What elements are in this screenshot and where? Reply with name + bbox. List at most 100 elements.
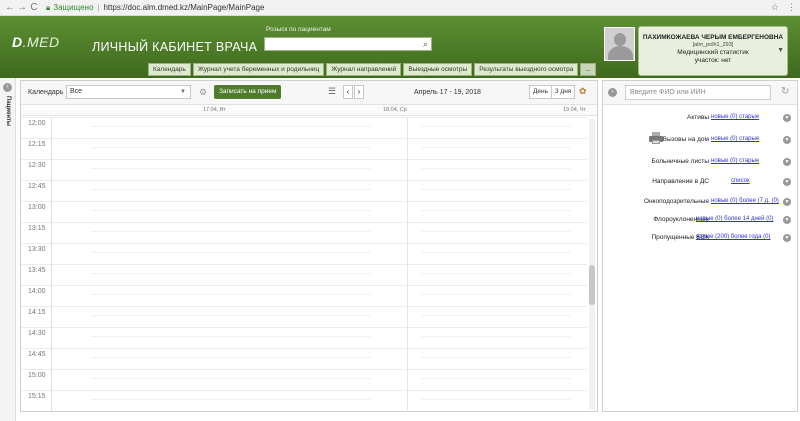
tab-field-visit-results[interactable]: Результаты выездного осмотра <box>474 63 579 76</box>
slot-line <box>91 210 371 211</box>
chevron-down-icon[interactable]: ▼ <box>783 136 791 144</box>
calendar-scrollbar[interactable] <box>589 119 595 409</box>
search-icon[interactable]: ⌕ <box>423 39 428 50</box>
time-label: 12:00 <box>28 120 46 127</box>
tab-more[interactable]: ... <box>580 63 596 76</box>
chevron-down-icon[interactable]: ▼ <box>783 178 791 186</box>
collapse-arrow-icon[interactable]: › <box>608 88 617 97</box>
stat-links[interactable]: новые (0) старые <box>711 136 759 142</box>
time-slot-row[interactable]: 13:15 <box>21 222 587 243</box>
slot-line <box>421 294 571 295</box>
chevron-down-icon[interactable]: ▼ <box>777 47 784 54</box>
chevron-down-icon[interactable]: ▼ <box>783 234 791 242</box>
time-slot-row[interactable]: 12:45 <box>21 180 587 201</box>
refresh-icon[interactable]: ↻ <box>781 86 789 97</box>
tab-pregnancy-journal[interactable]: Журнал учета беременных и родильниц <box>192 63 325 76</box>
slot-line <box>91 336 371 337</box>
time-slot-row[interactable]: 12:00 <box>21 117 587 138</box>
stat-links[interactable]: новые (0) более 14 дней (0) <box>696 216 773 222</box>
gear-icon[interactable]: ⚙ <box>199 87 207 98</box>
time-slot-row[interactable]: 13:00 <box>21 201 587 222</box>
stat-row-assets: Активы новые (0) старые ▼ <box>603 111 797 127</box>
back-icon[interactable]: ← <box>4 2 16 13</box>
menu-icon[interactable]: ⋮ <box>787 2 796 13</box>
time-slot-row[interactable]: 15:15 <box>21 390 587 411</box>
book-appointment-button[interactable]: Записать на прием <box>214 85 282 99</box>
stat-label: Вызовы на дом <box>662 136 709 143</box>
calendar-panel: Календарь Все ▼ ⚙ Записать на прием ☰ ‹ … <box>20 80 598 412</box>
stat-links[interactable]: новые (200) более года (0) <box>696 234 770 240</box>
list-icon[interactable]: ☰ <box>328 86 336 97</box>
time-slot-row[interactable]: 13:30 <box>21 243 587 264</box>
time-column-divider <box>51 117 52 411</box>
time-grid[interactable]: 15:15 15:00 14:45 14:30 14:15 14:00 13:45 13:30… <box>21 117 597 411</box>
chevron-down-icon[interactable]: ▼ <box>783 158 791 166</box>
calendar-toolbar: Календарь Все ▼ ⚙ Записать на прием ☰ ‹ … <box>21 81 597 105</box>
time-label: 15:15 <box>28 393 46 400</box>
slot-line <box>91 231 371 232</box>
stat-links[interactable]: новые (0) более (7 д. (0) <box>711 198 779 204</box>
reload-icon[interactable]: C <box>28 2 40 13</box>
slot-line <box>421 189 571 190</box>
slot-line <box>91 252 371 253</box>
calendar-select[interactable]: Все ▼ <box>66 85 191 99</box>
patient-search-input[interactable]: ⌕ <box>264 37 432 51</box>
time-slot-row[interactable]: 14:15 <box>21 306 587 327</box>
slot-line <box>91 189 371 190</box>
stat-label: Больничные листы <box>651 158 709 165</box>
day-header: 17.04, Вт <box>203 107 226 113</box>
scroll-thumb[interactable] <box>589 265 595 305</box>
forward-icon[interactable]: → <box>16 2 28 13</box>
tab-field-visits[interactable]: Выездные осмотры <box>403 63 473 76</box>
time-slot-row[interactable]: 13:45 <box>21 264 587 285</box>
slot-line <box>421 231 571 232</box>
dmed-logo[interactable]: D.MED <box>12 34 60 50</box>
patients-sidebar-collapsed[interactable]: › Пациенты <box>0 78 16 421</box>
time-label: 14:30 <box>28 330 46 337</box>
slot-line <box>91 294 371 295</box>
time-slot-row[interactable]: 12:30 <box>21 159 587 180</box>
calendar-label: Календарь <box>28 89 64 96</box>
printer-icon <box>649 132 663 144</box>
calendar-settings-icon[interactable]: ✿ <box>579 86 587 97</box>
slot-line <box>91 378 371 379</box>
chevron-down-icon[interactable]: ▼ <box>783 216 791 224</box>
browser-toolbar: ← → C 🔒︎ Защищено | https://doc.alm.dmed… <box>0 0 800 16</box>
time-slot-row[interactable]: 14:45 <box>21 348 587 369</box>
url-separator: | <box>97 3 100 12</box>
day-headers: 17.04, Вт 18.04, Ср 19.04, Чт <box>21 105 597 116</box>
expand-arrow-icon[interactable]: › <box>3 83 12 92</box>
time-slot-row[interactable]: 14:30 <box>21 327 587 348</box>
main-nav-tabs: Календарь Журнал учета беременных и роди… <box>148 63 596 76</box>
time-label: 12:45 <box>28 183 46 190</box>
slot-line <box>421 336 571 337</box>
time-label: 14:00 <box>28 288 46 295</box>
time-slot-row[interactable]: 12:15 <box>21 138 587 159</box>
tab-referrals-journal[interactable]: Журнал направлений <box>326 63 402 76</box>
stat-label: Онкоподозрительные <box>643 198 709 205</box>
stat-row-fluoro: Флороуклоненные новые (0) более 14 дней … <box>603 213 797 229</box>
star-icon[interactable]: ☆ <box>771 2 779 13</box>
user-site: участок: нет <box>694 57 732 64</box>
next-button[interactable]: › <box>354 85 364 99</box>
slot-line <box>91 357 371 358</box>
patient-fio-iin-input[interactable]: Введите ФИО или ИИН <box>625 85 771 100</box>
stat-links[interactable]: новые (0) старые <box>711 114 759 120</box>
slot-line <box>421 399 571 400</box>
stat-links[interactable]: новые (0) старые <box>711 158 759 164</box>
stat-links[interactable]: список <box>731 178 750 184</box>
user-panel[interactable]: ПАХИМКОЖАЕВА ЧЕРЫМ ЕМБЕРГЕНОВНА [alm_pol… <box>638 26 788 76</box>
address-bar[interactable]: https://doc.alm.dmed.kz/MainPage/MainPag… <box>103 3 264 12</box>
time-label: 14:45 <box>28 351 46 358</box>
view-day-button[interactable]: День <box>529 85 552 99</box>
view-3day-button[interactable]: 3 дня <box>551 85 576 99</box>
chevron-down-icon[interactable]: ▼ <box>783 198 791 206</box>
chevron-down-icon[interactable]: ▼ <box>783 114 791 122</box>
secure-label: Защищено <box>53 3 94 12</box>
time-slot-row[interactable]: 14:00 <box>21 285 587 306</box>
prev-button[interactable]: ‹ <box>343 85 353 99</box>
slot-line <box>421 210 571 211</box>
slot-line <box>421 147 571 148</box>
tab-calendar[interactable]: Календарь <box>148 63 191 76</box>
time-slot-row[interactable]: 15:00 <box>21 369 587 390</box>
